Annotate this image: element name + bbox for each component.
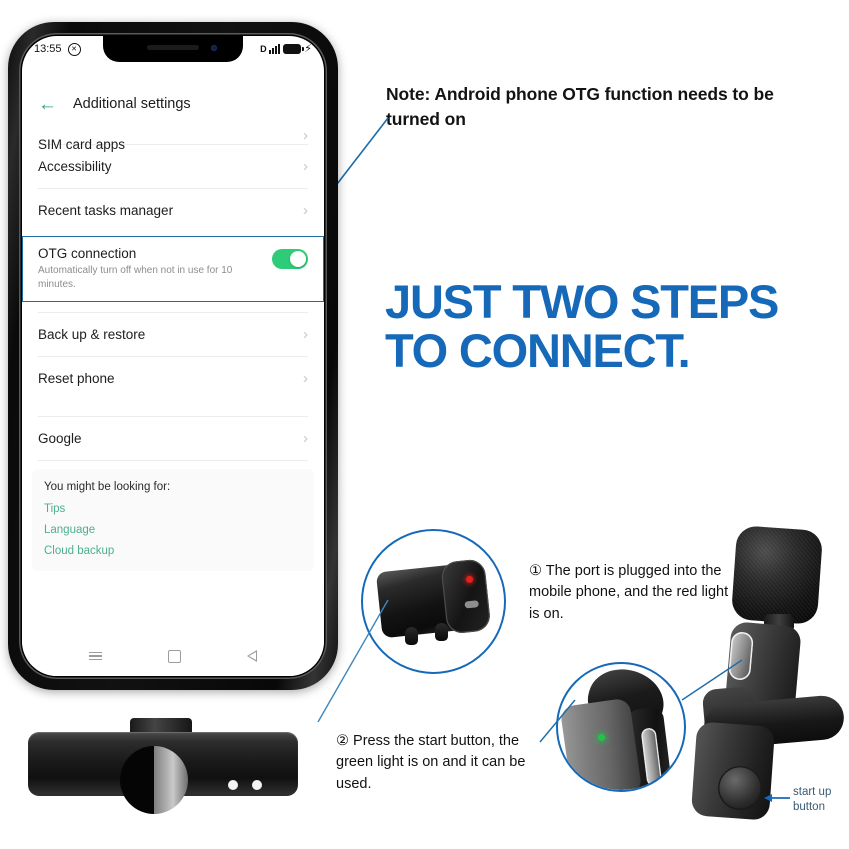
headline: JUST TWO STEPS TO CONNECT. — [385, 275, 835, 377]
receiver-port — [464, 600, 479, 609]
step-2-text: ② Press the start button, the green ligh… — [336, 733, 526, 792]
section-gap — [22, 400, 324, 416]
status-bar-right: D ⚡ — [260, 42, 312, 55]
dongle-round-button — [120, 746, 188, 814]
status-time: 13:55 — [34, 43, 62, 55]
network-label: D — [260, 44, 267, 54]
section-gap — [22, 302, 324, 312]
chevron-right-icon: › — [303, 127, 308, 144]
settings-row-back-up-restore[interactable]: Back up & restore › — [22, 313, 324, 356]
mic-foam-windscreen — [730, 525, 824, 625]
receiver-pin — [405, 627, 418, 645]
earpiece-speaker-icon — [147, 45, 199, 50]
home-square-icon[interactable] — [168, 649, 181, 663]
settings-row-label: Google — [38, 431, 82, 446]
otg-subtitle: Automatically turn off when not in use f… — [38, 265, 233, 290]
green-led-indicator — [598, 734, 605, 741]
settings-row-label: Accessibility — [38, 159, 112, 174]
dongle-mic-hole — [228, 780, 238, 790]
android-nav-bar[interactable] — [22, 636, 324, 676]
headline-line-2: TO CONNECT. — [385, 323, 691, 377]
otg-text-block: OTG connection Automatically turn off wh… — [38, 246, 272, 291]
chevron-right-icon: › — [303, 430, 308, 447]
hamburger-menu-icon[interactable] — [89, 651, 102, 661]
headline-line-1: JUST TWO STEPS — [385, 275, 779, 328]
otg-connection-highlight[interactable]: OTG connection Automatically turn off wh… — [22, 236, 324, 302]
page-title: Additional settings — [73, 96, 191, 112]
dongle-mic-hole — [252, 780, 262, 790]
settings-row-recent-tasks-manager[interactable]: Recent tasks manager › — [22, 189, 324, 232]
front-camera-icon — [211, 45, 217, 51]
mute-circle-icon: ✕ — [67, 42, 81, 56]
suggestion-link-cloud-backup[interactable]: Cloud backup — [44, 545, 302, 557]
settings-list[interactable]: SIM card apps › Accessibility › Recent t… — [22, 124, 324, 636]
settings-row-label: Back up & restore — [38, 327, 146, 342]
phone-device: 13:55 ✕ D ⚡ ← Additional settings SIM ca… — [8, 22, 338, 690]
app-header: ← Additional settings — [22, 84, 324, 124]
lightning-bolt-icon: ⚡ — [304, 42, 312, 55]
mic-start-up-button — [718, 766, 762, 810]
suggestions-card: You might be looking for: Tips Language … — [32, 469, 314, 571]
settings-row-accessibility[interactable]: Accessibility › — [22, 145, 324, 188]
list-divider — [38, 460, 308, 461]
settings-row-label: Reset phone — [38, 371, 115, 386]
phone-notch — [103, 36, 243, 62]
otg-row[interactable]: OTG connection Automatically turn off wh… — [38, 246, 308, 291]
phone-screen: 13:55 ✕ D ⚡ ← Additional settings SIM ca… — [22, 36, 324, 676]
poster-root: 13:55 ✕ D ⚡ ← Additional settings SIM ca… — [0, 0, 849, 849]
mic-green-light-callout — [556, 662, 686, 792]
suggestion-link-language[interactable]: Language — [44, 524, 302, 536]
otg-toggle-switch[interactable] — [272, 249, 308, 269]
red-led-indicator — [465, 575, 474, 584]
receiver-pin — [435, 623, 448, 641]
phone-bezel: 13:55 ✕ D ⚡ ← Additional settings SIM ca… — [19, 33, 327, 679]
settings-row-label: Recent tasks manager — [38, 203, 174, 218]
settings-row-sim-card-apps[interactable]: SIM card apps › — [22, 124, 324, 152]
note-text: Note: Android phone OTG function needs t… — [386, 84, 774, 129]
otg-title: OTG connection — [38, 246, 137, 261]
suggestions-title: You might be looking for: — [44, 481, 171, 493]
battery-icon — [283, 44, 305, 54]
chevron-right-icon: › — [303, 326, 308, 343]
settings-row-google[interactable]: Google › — [22, 417, 324, 460]
signal-bars-icon — [269, 44, 281, 54]
toggle-knob — [290, 251, 306, 267]
chevron-right-icon: › — [303, 202, 308, 219]
chevron-right-icon: › — [303, 370, 308, 387]
lavalier-microphone — [668, 525, 849, 824]
usb-receiver-dongle — [8, 718, 314, 814]
chevron-right-icon: › — [303, 158, 308, 175]
receiver-body — [375, 558, 492, 639]
back-triangle-icon[interactable] — [247, 650, 257, 662]
back-arrow-icon[interactable]: ← — [38, 95, 57, 114]
settings-row-reset-phone[interactable]: Reset phone › — [22, 357, 324, 400]
receiver-face — [440, 558, 492, 635]
status-bar-left: 13:55 ✕ — [34, 42, 81, 56]
receiver-red-light-callout — [361, 529, 506, 674]
suggestion-link-tips[interactable]: Tips — [44, 503, 302, 515]
mic-barrel-zoom — [559, 697, 643, 790]
